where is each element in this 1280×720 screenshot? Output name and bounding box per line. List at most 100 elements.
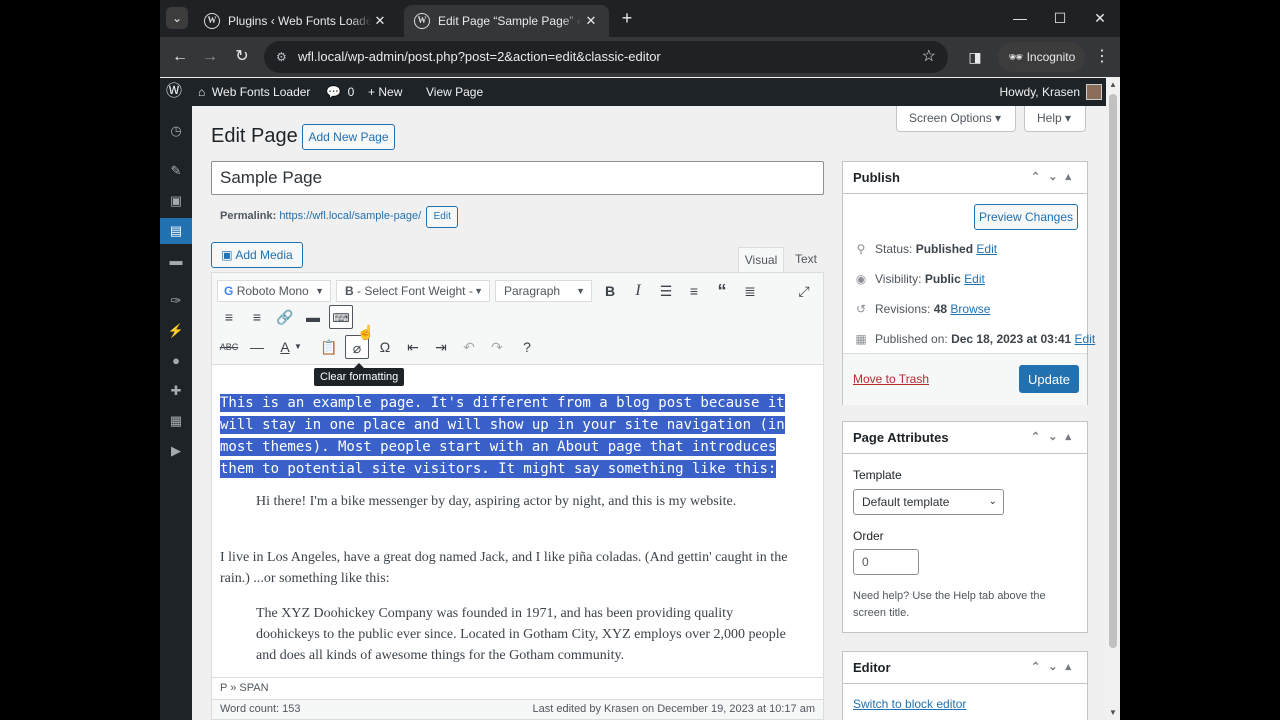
bold-icon[interactable]: B bbox=[598, 279, 622, 303]
back-arrow-icon[interactable]: ← bbox=[168, 45, 192, 69]
numbered-list-icon[interactable]: ≡ bbox=[682, 279, 706, 303]
fullscreen-icon[interactable]: ⤢ bbox=[792, 279, 816, 303]
wp-admin-bar: Ⓦ ⌂ Web Fonts Loader 💬 0 + New View Page… bbox=[160, 78, 1110, 106]
settings-icon[interactable]: ▦ bbox=[160, 408, 192, 434]
selected-paragraph: This is an example page. It's different … bbox=[220, 392, 791, 480]
browse-revisions-link[interactable]: Browse bbox=[950, 302, 990, 316]
tab-title: Edit Page “Sample Page” ‹ Web bbox=[438, 14, 583, 28]
paste-text-icon[interactable]: 📋 bbox=[317, 335, 341, 359]
users-icon[interactable]: ● bbox=[160, 348, 192, 374]
font-family-select[interactable]: G Roboto Mono ▼ bbox=[217, 280, 331, 302]
move-to-trash-link[interactable]: Move to Trash bbox=[853, 372, 929, 386]
box-controls-icon[interactable]: ⌃⌄▴ bbox=[1031, 422, 1079, 453]
add-new-page-button[interactable]: Add New Page bbox=[302, 124, 395, 150]
media-icon[interactable]: ▣ bbox=[160, 188, 192, 214]
permalink-edit-button[interactable]: Edit bbox=[426, 206, 459, 228]
browser-toolbar: ← → ↻ ⚙ wfl.local/wp-admin/post.php?post… bbox=[160, 37, 1120, 77]
horizontal-line-icon[interactable]: — bbox=[245, 335, 269, 359]
permalink-url-link[interactable]: https://wfl.local/sample-page/ bbox=[279, 210, 421, 222]
incognito-indicator[interactable]: 🕶 Incognito bbox=[998, 42, 1086, 72]
special-character-icon[interactable]: Ω bbox=[373, 335, 397, 359]
screen-options-button[interactable]: Screen Options ▾ bbox=[896, 106, 1016, 132]
italic-icon[interactable]: I bbox=[626, 279, 650, 303]
tab-visual[interactable]: Visual bbox=[738, 247, 784, 272]
close-tab-icon[interactable]: ✕ bbox=[583, 13, 599, 29]
forward-arrow-icon[interactable]: → bbox=[198, 45, 222, 69]
site-info-icon[interactable]: ⚙ bbox=[276, 41, 287, 73]
new-tab-button[interactable]: + bbox=[616, 7, 638, 29]
tab-text[interactable]: Text bbox=[788, 247, 824, 272]
classic-editor: G Roboto Mono ▼ B - Select Font Weight - ▼… bbox=[211, 272, 824, 720]
update-button[interactable]: Update bbox=[1019, 365, 1079, 393]
appearance-brush-icon[interactable]: ✑ bbox=[160, 288, 192, 314]
howdy-account-link[interactable]: Howdy, Krasen bbox=[1000, 78, 1080, 106]
incognito-label: Incognito bbox=[1026, 50, 1076, 64]
browser-menu-icon[interactable]: ⋮ bbox=[1090, 45, 1114, 69]
add-media-button[interactable]: ▣ Add Media bbox=[211, 242, 303, 268]
editor-box-header: Editor ⌃⌄▴ bbox=[843, 652, 1087, 684]
redo-icon[interactable]: ↷ bbox=[485, 335, 509, 359]
revisions-row: ↺ Revisions: 48 Browse bbox=[853, 302, 990, 316]
switch-to-block-editor-link[interactable]: Switch to block editor bbox=[853, 697, 966, 711]
collapse-menu-icon[interactable]: ▶ bbox=[160, 438, 192, 464]
read-more-icon[interactable]: ▬ bbox=[301, 305, 325, 329]
close-window-icon[interactable]: ✕ bbox=[1080, 0, 1120, 36]
outdent-icon[interactable]: ⇤ bbox=[401, 335, 425, 359]
pages-icon[interactable]: ▤ bbox=[160, 218, 192, 244]
new-content-link[interactable]: + New bbox=[368, 78, 402, 106]
blockquote-icon[interactable]: “ bbox=[710, 279, 734, 303]
scroll-down-icon[interactable]: ▼ bbox=[1106, 706, 1120, 720]
dashboard-icon[interactable]: ◷ bbox=[160, 118, 192, 144]
align-left-icon[interactable]: ≣ bbox=[738, 279, 762, 303]
address-bar[interactable]: ⚙ wfl.local/wp-admin/post.php?post=2&act… bbox=[264, 41, 948, 73]
strikethrough-icon[interactable]: ABC bbox=[217, 335, 241, 359]
tab-edit-page[interactable]: W Edit Page “Sample Page” ‹ Web ✕ bbox=[404, 5, 609, 37]
post-title-input[interactable]: Sample Page bbox=[211, 161, 824, 195]
tools-wrench-icon[interactable]: ✚ bbox=[160, 378, 192, 404]
link-icon[interactable]: 🔗 bbox=[273, 305, 297, 329]
view-page-link[interactable]: View Page bbox=[426, 78, 483, 106]
posts-pin-icon[interactable]: ✎ bbox=[160, 158, 192, 184]
dropdown-caret-icon: ▼ bbox=[474, 286, 483, 296]
site-name-link[interactable]: ⌂ Web Fonts Loader bbox=[198, 78, 310, 106]
side-panel-icon[interactable]: ◨ bbox=[963, 45, 987, 69]
box-controls-icon[interactable]: ⌃⌄▴ bbox=[1031, 162, 1079, 193]
comments-icon[interactable]: ▬ bbox=[160, 248, 192, 274]
published-edit-link[interactable]: Edit bbox=[1075, 332, 1096, 346]
reload-icon[interactable]: ↻ bbox=[230, 45, 254, 69]
editor-content-area[interactable]: This is an example page. It's different … bbox=[212, 365, 823, 677]
text-color-caret-icon[interactable]: ▼ bbox=[292, 335, 304, 359]
bullet-list-icon[interactable]: ☰ bbox=[654, 279, 678, 303]
help-button[interactable]: Help ▾ bbox=[1024, 106, 1086, 132]
font-weight-select[interactable]: B - Select Font Weight - ▼ bbox=[336, 280, 490, 302]
avatar[interactable] bbox=[1086, 84, 1102, 100]
comments-link[interactable]: 💬 0 bbox=[326, 78, 354, 106]
order-input[interactable]: 0 bbox=[853, 549, 919, 575]
plugins-icon[interactable]: ⚡ bbox=[160, 318, 192, 344]
permalink-label: Permalink: bbox=[220, 210, 277, 222]
maximize-icon[interactable]: ☐ bbox=[1040, 0, 1080, 36]
close-tab-icon[interactable]: ✕ bbox=[372, 13, 388, 29]
tab-plugins[interactable]: W Plugins ‹ Web Fonts Loader — W ✕ bbox=[194, 5, 398, 37]
tab-search-chevron-icon[interactable]: ⌄ bbox=[166, 7, 188, 29]
bookmark-star-icon[interactable]: ☆ bbox=[922, 41, 936, 73]
toolbar-toggle-icon[interactable]: ⌨ bbox=[329, 305, 353, 329]
indent-icon[interactable]: ⇥ bbox=[429, 335, 453, 359]
scroll-up-icon[interactable]: ▲ bbox=[1106, 78, 1120, 92]
page-scrollbar[interactable]: ▲ ▼ bbox=[1106, 78, 1120, 720]
status-edit-link[interactable]: Edit bbox=[976, 242, 997, 256]
help-icon[interactable]: ? bbox=[515, 335, 539, 359]
scrollbar-thumb[interactable] bbox=[1109, 94, 1117, 648]
minimize-icon[interactable]: — bbox=[1000, 0, 1040, 36]
undo-icon[interactable]: ↶ bbox=[457, 335, 481, 359]
align-center-icon[interactable]: ≡ bbox=[217, 305, 241, 329]
align-right-icon[interactable]: ≡ bbox=[245, 305, 269, 329]
visibility-edit-link[interactable]: Edit bbox=[964, 272, 985, 286]
preview-changes-button[interactable]: Preview Changes bbox=[974, 204, 1078, 230]
format-select[interactable]: Paragraph ▼ bbox=[495, 280, 592, 302]
last-edited: Last edited by Krasen on December 19, 20… bbox=[532, 703, 815, 715]
box-controls-icon[interactable]: ⌃⌄▴ bbox=[1031, 652, 1079, 683]
editor-box-title: Editor bbox=[853, 660, 891, 675]
template-select[interactable]: Default template ⌄ bbox=[853, 489, 1004, 515]
wordpress-logo-icon[interactable]: Ⓦ bbox=[166, 78, 182, 106]
